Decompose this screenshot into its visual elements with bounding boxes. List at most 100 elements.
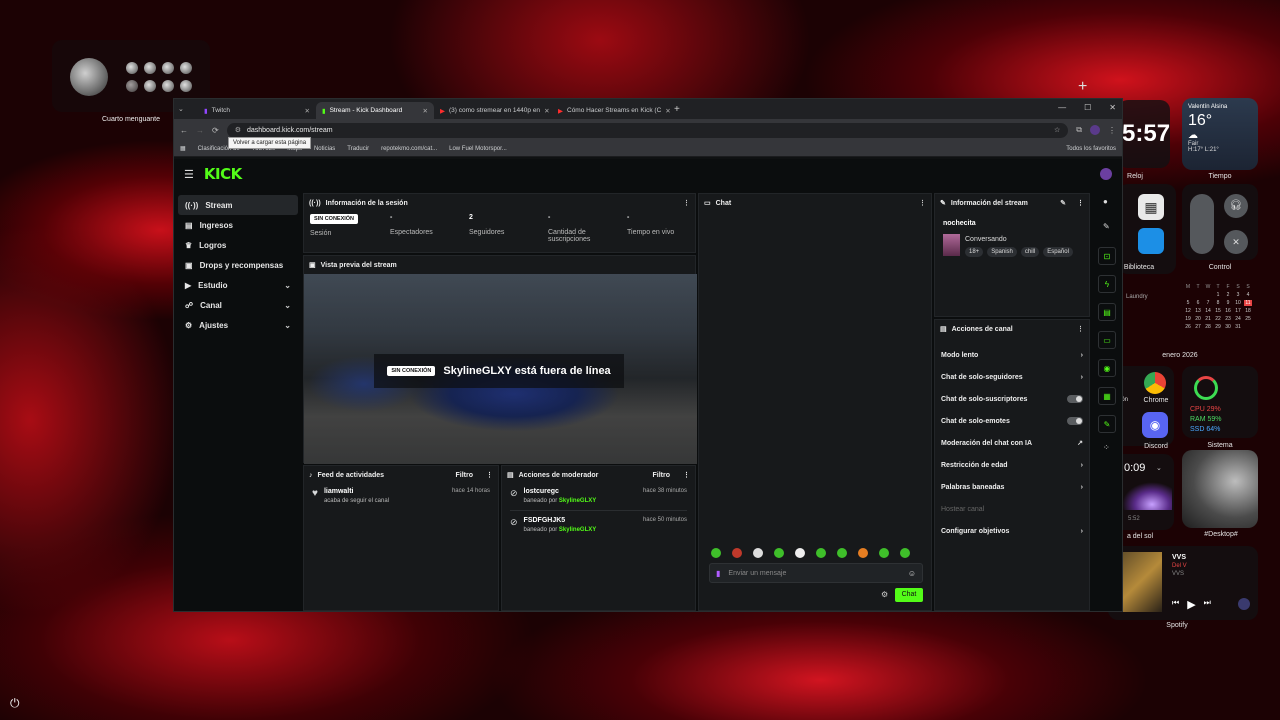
emoji-icon[interactable]: ☺ xyxy=(908,569,916,578)
sidebar-item-estudio[interactable]: ▶ Estudio ⌄ xyxy=(178,275,298,295)
calendar-day[interactable]: 12 xyxy=(1184,308,1192,314)
folder-icon[interactable] xyxy=(1138,228,1164,254)
more-icon[interactable]: ⋮ xyxy=(1077,325,1084,333)
calendar-day[interactable] xyxy=(1194,292,1202,298)
calendar-day[interactable]: 31 xyxy=(1234,324,1242,330)
plus-icon[interactable]: + xyxy=(1078,78,1087,96)
system-widget[interactable]: CPU 29% RAM 59% SSD 64% xyxy=(1182,366,1258,438)
calendar-day[interactable]: 29 xyxy=(1214,324,1222,330)
tab-youtube-2[interactable]: ▶Cómo Hacer Streams en Kick (C✕ xyxy=(552,102,670,119)
apps-icon[interactable]: ▦ xyxy=(180,145,186,152)
edit-icon[interactable]: ✎ xyxy=(1060,199,1066,207)
minimize-icon[interactable]: — xyxy=(1058,103,1066,112)
star-icon[interactable]: ☆ xyxy=(1054,126,1060,134)
sidebar-item-stream[interactable]: ((·)) Stream xyxy=(178,195,298,215)
bolt-icon[interactable]: ϟ xyxy=(1098,275,1116,293)
hamburger-icon[interactable]: ☰ xyxy=(184,168,194,181)
calendar-day[interactable]: 9 xyxy=(1224,300,1232,306)
document-icon[interactable]: ▤ xyxy=(1098,303,1116,321)
emote-icon[interactable] xyxy=(858,548,868,558)
scan-icon[interactable]: ⊡ xyxy=(1098,247,1116,265)
edit-icon[interactable]: ✎ xyxy=(1103,222,1118,231)
filter-button[interactable]: Filtro xyxy=(653,472,671,479)
filter-button[interactable]: Filtro xyxy=(456,472,474,479)
mute-icon[interactable]: ✕ xyxy=(1224,230,1248,254)
calendar-day[interactable]: 1 xyxy=(1214,292,1222,298)
calendar-day[interactable] xyxy=(1184,292,1192,298)
more-icon[interactable]: ⋮ xyxy=(919,199,926,207)
more-icon[interactable]: ⋮ xyxy=(683,471,690,479)
next-track-icon[interactable]: ⏭ xyxy=(1204,598,1211,611)
control-widget[interactable]: 🎧︎ ✕ xyxy=(1182,184,1258,260)
calendar-day[interactable]: 30 xyxy=(1224,324,1232,330)
widgets-icon[interactable]: ⁘ xyxy=(1103,443,1118,452)
close-window-icon[interactable]: ✕ xyxy=(1109,103,1116,112)
sidebar-item-drops[interactable]: ▣ Drops y recompensas xyxy=(178,255,298,275)
emote-icon[interactable] xyxy=(837,548,847,558)
extensions-icon[interactable]: ⧉ xyxy=(1076,125,1082,135)
new-tab-icon[interactable]: + xyxy=(674,104,680,115)
calendar-day[interactable]: 16 xyxy=(1224,308,1232,314)
emote-icon[interactable] xyxy=(732,548,742,558)
tab-youtube-1[interactable]: ▶ (3) como stremear en 1440p en ✕ xyxy=(434,102,552,119)
kick-logo[interactable]: KICK xyxy=(204,165,242,183)
discord-icon[interactable]: ◉ xyxy=(1142,412,1168,438)
calendar-day[interactable]: 23 xyxy=(1224,316,1232,322)
action-followers-only[interactable]: Chat de solo-seguidores › xyxy=(935,366,1089,388)
headphones-icon[interactable]: 🎧︎ xyxy=(1224,194,1248,218)
close-icon[interactable]: ✕ xyxy=(423,107,428,115)
all-bookmarks[interactable]: Todos los favoritos xyxy=(1066,146,1116,152)
calendar-day[interactable]: 3 xyxy=(1234,292,1242,298)
bookmark-3[interactable]: Noticias xyxy=(314,146,335,152)
emote-icon[interactable] xyxy=(774,548,784,558)
sidebar-item-ingresos[interactable]: ▤ Ingresos xyxy=(178,215,298,235)
action-slow-mode[interactable]: Modo lento › xyxy=(935,344,1089,366)
weather-widget[interactable]: Valentín Alsina 16° ☁ Fair H:17° L:21° xyxy=(1182,98,1258,170)
calendar-day[interactable]: 21 xyxy=(1204,316,1212,322)
tab-kick[interactable]: ▮ Stream - Kick Dashboard ✕ xyxy=(316,102,434,119)
calendar-day[interactable]: 27 xyxy=(1194,324,1202,330)
clock-widget[interactable]: 5:57 xyxy=(1118,100,1170,168)
action-goals[interactable]: Configurar objetivos › xyxy=(935,520,1089,542)
calendar-day[interactable]: 13 xyxy=(1194,308,1202,314)
calendar-day[interactable]: 2 xyxy=(1224,292,1232,298)
calendar-day[interactable]: 10 xyxy=(1234,300,1242,306)
subs-only-toggle[interactable] xyxy=(1067,395,1083,403)
info-icon[interactable]: ● xyxy=(1103,197,1118,206)
broadcast-icon[interactable]: ◉ xyxy=(1098,359,1116,377)
action-emotes-only[interactable]: Chat de solo-emotes xyxy=(935,410,1089,432)
emote-icon[interactable] xyxy=(879,548,889,558)
calendar-day[interactable] xyxy=(1204,292,1212,298)
calendar-day[interactable]: 26 xyxy=(1184,324,1192,330)
calendar-day[interactable]: 6 xyxy=(1194,300,1202,306)
calendar-day[interactable]: 18 xyxy=(1244,308,1252,314)
sidebar-item-logros[interactable]: ♛ Logros xyxy=(178,235,298,255)
calendar-day[interactable]: 17 xyxy=(1234,308,1242,314)
more-icon[interactable]: ⋮ xyxy=(1077,199,1084,207)
emote-icon[interactable] xyxy=(711,548,721,558)
calculator-icon[interactable]: ▦ xyxy=(1138,194,1164,220)
power-icon[interactable]: ⏻ xyxy=(10,696,20,711)
calendar-day[interactable]: 25 xyxy=(1244,316,1252,322)
emote-icon[interactable] xyxy=(816,548,826,558)
close-icon[interactable]: ✕ xyxy=(305,107,310,115)
gear-icon[interactable]: ⚙ xyxy=(881,590,888,599)
desktop-widget[interactable] xyxy=(1182,450,1258,528)
forward-icon[interactable]: → xyxy=(196,126,204,135)
wrench-icon[interactable]: ✎ xyxy=(1098,415,1116,433)
more-icon[interactable]: ⋮ xyxy=(486,471,493,479)
calendar-day[interactable]: 7 xyxy=(1204,300,1212,306)
calendar-day[interactable]: 11 xyxy=(1244,300,1252,306)
bookmark-4[interactable]: Traducir xyxy=(347,146,369,152)
address-bar[interactable]: ⚙ dashboard.kick.com/stream ☆ xyxy=(226,122,1069,138)
calendar-day[interactable]: 4 xyxy=(1244,292,1252,298)
calendar-day[interactable]: 5 xyxy=(1184,300,1192,306)
action-subs-only[interactable]: Chat de solo-suscriptores xyxy=(935,388,1089,410)
mic-icon[interactable]: ▮ xyxy=(716,569,720,578)
bookmark-6[interactable]: Low Fuel Motorspor... xyxy=(449,146,507,152)
spotify-widget[interactable]: VVS Del V VVS ⏮ ▶ ⏭ xyxy=(1108,546,1258,620)
bookmark-5[interactable]: repotekmo.com/cat... xyxy=(381,146,437,152)
reload-icon[interactable]: ⟳ xyxy=(212,126,219,135)
play-icon[interactable]: ▶ xyxy=(1187,598,1195,611)
tab-twitch[interactable]: ▮ Twitch ✕ xyxy=(198,102,316,119)
